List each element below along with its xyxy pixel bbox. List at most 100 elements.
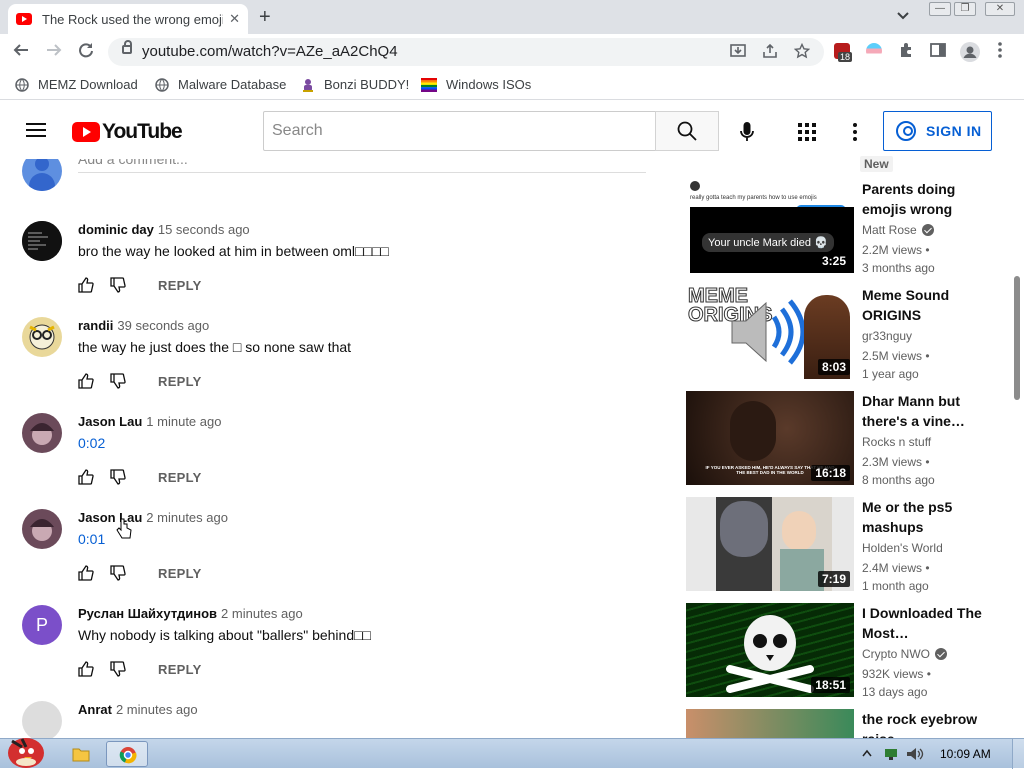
- comment-time[interactable]: 2 minutes ago: [146, 510, 228, 525]
- dislike-icon[interactable]: [110, 565, 126, 581]
- extension-pride-icon[interactable]: [866, 43, 882, 59]
- channel-name[interactable]: Holden's World: [862, 541, 943, 555]
- comment-author[interactable]: Руслан Шайхутдинов 2 minutes ago: [78, 606, 303, 621]
- show-desktop-button[interactable]: [1012, 739, 1024, 769]
- channel-name[interactable]: Rocks n stuff: [862, 435, 931, 449]
- search-input[interactable]: Search: [263, 111, 656, 151]
- like-icon[interactable]: [78, 565, 94, 581]
- related-video[interactable]: 7:19 Me or the ps5 mashups Holden's Worl…: [686, 497, 1006, 593]
- like-icon[interactable]: [78, 469, 94, 485]
- channel-name[interactable]: Crypto NWO: [862, 647, 948, 661]
- comment-author[interactable]: dominic day 15 seconds ago: [78, 222, 250, 237]
- avatar[interactable]: [22, 317, 62, 357]
- taskbar-explorer-button[interactable]: [64, 741, 98, 767]
- related-video[interactable]: IF YOU EVER ASKED HIM, HE'D ALWAYS SAY T…: [686, 391, 1006, 487]
- profile-avatar-icon[interactable]: [960, 42, 980, 67]
- reply-button[interactable]: REPLY: [158, 662, 202, 677]
- lock-icon[interactable]: [122, 40, 132, 54]
- author-name[interactable]: dominic day: [78, 222, 154, 237]
- bookmark-malware-database[interactable]: Malware Database: [155, 77, 286, 92]
- dislike-icon[interactable]: [110, 373, 126, 389]
- close-tab-icon[interactable]: ✕: [229, 11, 240, 27]
- author-name[interactable]: randii: [78, 318, 113, 333]
- timestamp-link[interactable]: 0:01: [78, 531, 105, 547]
- close-window-button[interactable]: ✕: [985, 2, 1015, 16]
- video-title[interactable]: Dhar Mann but there's a vine…: [862, 391, 994, 431]
- page-scrollbar-track[interactable]: [1010, 159, 1024, 738]
- tab-search-chevron-icon[interactable]: [897, 8, 909, 23]
- bookmark-memz[interactable]: MEMZ Download: [15, 77, 138, 92]
- related-video[interactable]: 18:51 I Downloaded The Most… Crypto NWO …: [686, 603, 1006, 699]
- timestamp-link[interactable]: 0:02: [78, 435, 105, 451]
- channel-label[interactable]: Crypto NWO: [862, 647, 930, 661]
- sign-in-button[interactable]: SIGN IN: [883, 111, 992, 151]
- video-title[interactable]: I Downloaded The Most…: [862, 603, 994, 643]
- restore-button[interactable]: ❐: [954, 2, 976, 16]
- minimize-button[interactable]: —: [929, 2, 951, 16]
- channel-name[interactable]: Matt Rose: [862, 223, 934, 237]
- author-name[interactable]: Anrat: [78, 702, 112, 717]
- video-title[interactable]: Me or the ps5 mashups: [862, 497, 994, 537]
- avatar[interactable]: P: [22, 605, 62, 645]
- reply-button[interactable]: REPLY: [158, 278, 202, 293]
- avatar[interactable]: [22, 413, 62, 453]
- extension-shield-icon[interactable]: 18: [834, 43, 853, 62]
- side-panel-icon[interactable]: [930, 42, 946, 63]
- video-title[interactable]: Meme Sound ORIGINS: [862, 285, 994, 325]
- dislike-icon[interactable]: [110, 661, 126, 677]
- video-thumbnail[interactable]: 7:19: [686, 497, 854, 591]
- related-video[interactable]: the rock eyebrow raise…: [686, 709, 1006, 738]
- comment-author[interactable]: Anrat 2 minutes ago: [78, 702, 198, 717]
- add-comment-input[interactable]: Add a comment...: [78, 159, 646, 173]
- like-icon[interactable]: [78, 277, 94, 293]
- network-icon[interactable]: [884, 747, 898, 761]
- install-app-icon[interactable]: [730, 43, 746, 63]
- tray-expand-icon[interactable]: [862, 749, 872, 757]
- like-icon[interactable]: [78, 661, 94, 677]
- dislike-icon[interactable]: [110, 469, 126, 485]
- bookmark-windows-isos[interactable]: Windows ISOs: [421, 77, 531, 92]
- start-button-angry-bird-icon[interactable]: [2, 731, 50, 769]
- avatar[interactable]: [22, 221, 62, 261]
- author-name[interactable]: Руслан Шайхутдинов: [78, 606, 217, 621]
- related-video[interactable]: really gotta teach my parents how to use…: [686, 179, 1006, 275]
- dislike-icon[interactable]: [110, 277, 126, 293]
- video-thumbnail[interactable]: really gotta teach my parents how to use…: [686, 179, 854, 273]
- bookmark-star-icon[interactable]: [793, 42, 811, 63]
- browser-tab-active[interactable]: The Rock used the wrong emoji ✕: [8, 4, 248, 34]
- microphone-icon[interactable]: [740, 122, 754, 147]
- comment-author[interactable]: Jason Lau 1 minute ago: [78, 414, 221, 429]
- search-button[interactable]: [655, 111, 719, 151]
- like-icon[interactable]: [78, 373, 94, 389]
- chrome-menu-icon[interactable]: [997, 42, 1003, 63]
- bookmark-bonzi-buddy[interactable]: Bonzi BUDDY!: [301, 77, 409, 92]
- address-bar[interactable]: youtube.com/watch?v=AZe_aA2ChQ4: [108, 38, 824, 66]
- taskbar-chrome-button[interactable]: [106, 741, 148, 767]
- volume-icon[interactable]: [906, 747, 924, 761]
- author-name[interactable]: Jason Lau: [78, 510, 142, 525]
- url-text[interactable]: youtube.com/watch?v=AZe_aA2ChQ4: [142, 43, 398, 60]
- video-thumbnail[interactable]: MEME ORIGINS 8:03: [686, 285, 854, 379]
- comment-time[interactable]: 2 minutes ago: [116, 702, 198, 717]
- comment-time[interactable]: 15 seconds ago: [158, 222, 250, 237]
- page-scrollbar-thumb[interactable]: [1014, 276, 1020, 400]
- author-name[interactable]: Jason Lau: [78, 414, 142, 429]
- video-thumbnail[interactable]: [686, 709, 854, 738]
- extensions-puzzle-icon[interactable]: [898, 42, 914, 63]
- reply-button[interactable]: REPLY: [158, 470, 202, 485]
- taskbar-clock[interactable]: 10:09 AM: [940, 747, 991, 761]
- reload-icon[interactable]: [78, 42, 94, 63]
- channel-label[interactable]: Rocks n stuff: [862, 435, 931, 449]
- channel-name[interactable]: gr33nguy: [862, 329, 912, 343]
- hamburger-menu-icon[interactable]: [26, 123, 46, 137]
- channel-label[interactable]: Holden's World: [862, 541, 943, 555]
- back-icon[interactable]: [13, 42, 29, 63]
- video-title[interactable]: the rock eyebrow raise…: [862, 709, 994, 738]
- apps-grid-icon[interactable]: [798, 123, 816, 141]
- avatar[interactable]: [22, 509, 62, 549]
- new-tab-button[interactable]: +: [259, 6, 271, 29]
- reply-button[interactable]: REPLY: [158, 374, 202, 389]
- youtube-logo[interactable]: YouTube: [72, 120, 183, 144]
- comment-time[interactable]: 1 minute ago: [146, 414, 221, 429]
- video-thumbnail[interactable]: IF YOU EVER ASKED HIM, HE'D ALWAYS SAY T…: [686, 391, 854, 485]
